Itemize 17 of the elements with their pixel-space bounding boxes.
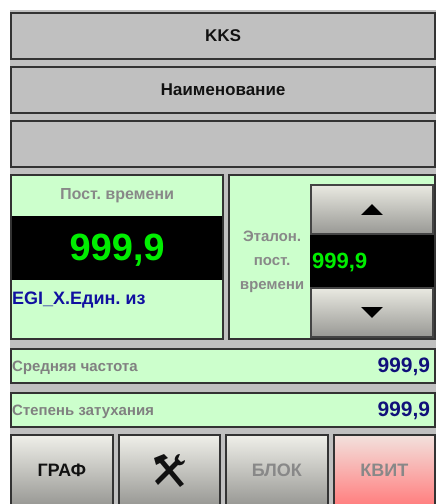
time-constant-display: 999,9 bbox=[12, 216, 222, 280]
reading-value: 999,9 bbox=[377, 398, 430, 422]
up-arrow-icon bbox=[361, 204, 383, 215]
unit-tag: EGI_X.Един. из bbox=[12, 288, 146, 309]
reference-label: Эталон. пост. времени bbox=[238, 227, 306, 295]
increment-button[interactable] bbox=[310, 184, 434, 235]
action-button[interactable]: ГРАФ bbox=[10, 434, 114, 504]
kks-header: KKS bbox=[10, 12, 436, 60]
settings-button[interactable] bbox=[118, 434, 221, 504]
reading-label: Степень затухания bbox=[12, 402, 154, 418]
reading-value: 999,9 bbox=[377, 354, 430, 378]
reference-value[interactable]: 999,9 bbox=[310, 235, 434, 287]
decrement-button[interactable] bbox=[310, 287, 434, 338]
down-arrow-icon bbox=[361, 307, 383, 318]
time-constant-label: Пост. времени bbox=[60, 186, 174, 205]
name-header: Наименование bbox=[10, 66, 436, 114]
reading-label: Средняя частота bbox=[12, 358, 138, 374]
